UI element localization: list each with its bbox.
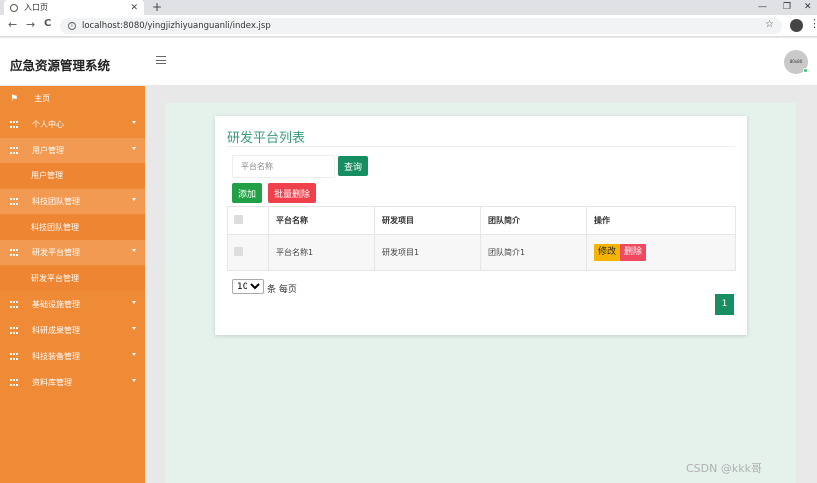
select-all-checkbox[interactable] — [234, 215, 243, 224]
sidebar-item-label: 科技装备管理 — [32, 352, 80, 361]
sidebar-item-research-results-management[interactable]: 科研成果管理 — [0, 318, 145, 343]
browser-toolbar: ← → C i localhost:8080/yingjizhiyuanguan… — [0, 15, 817, 37]
grid-icon — [10, 327, 18, 334]
sidebar-subitem-user-management[interactable]: 用户管理 — [0, 163, 145, 188]
column-header: 团队简介 — [480, 206, 587, 235]
column-header: 操作 — [586, 206, 736, 235]
page-title: 研发平台列表 — [227, 131, 306, 146]
sidebar-item-personal-center[interactable]: 个人中心 — [0, 112, 145, 137]
caret-down-icon — [132, 147, 136, 150]
batch-delete-button[interactable]: 批量删除 — [268, 183, 317, 203]
bookmark-star-icon[interactable]: ☆ — [765, 19, 774, 30]
grid-icon — [10, 249, 18, 256]
sidebar-item-rd-platform-management[interactable]: 研发平台管理 — [0, 240, 145, 265]
sidebar-item-tech-team-management[interactable]: 科技团队管理 — [0, 189, 145, 214]
caret-down-icon — [132, 353, 136, 356]
window-close-icon[interactable]: ✕ — [804, 0, 812, 15]
platform-name-cell: 平台名称1 — [268, 234, 375, 271]
forward-arrow-icon[interactable]: → — [26, 18, 35, 31]
url-text: localhost:8080/yingjizhiyuanguanli/index… — [82, 21, 271, 31]
per-page-label: 条 每页 — [267, 285, 297, 295]
app-title: 应急资源管理系统 — [10, 58, 111, 73]
sidebar-item-library-management[interactable]: 资料库管理 — [0, 370, 145, 395]
scrollbar[interactable] — [800, 86, 817, 483]
query-button[interactable]: 查询 — [338, 156, 369, 176]
sidebar-item-label: 科技团队管理 — [31, 223, 79, 232]
restore-icon[interactable]: ❐ — [783, 0, 791, 15]
sidebar-subitem-tech-team-management[interactable]: 科技团队管理 — [0, 215, 145, 240]
caret-down-icon — [132, 379, 136, 382]
address-bar[interactable]: i localhost:8080/yingjizhiyuanguanli/ind… — [60, 18, 782, 34]
edit-button[interactable]: 修改 — [594, 244, 621, 261]
caret-down-icon — [132, 301, 136, 304]
team-intro-cell: 团队简介1 — [480, 234, 587, 271]
sidebar-item-label: 个人中心 — [32, 120, 64, 129]
grid-icon — [10, 198, 18, 205]
menu-toggle-icon[interactable] — [156, 56, 166, 64]
back-arrow-icon[interactable]: ← — [8, 18, 17, 31]
sidebar-item-label: 资料库管理 — [32, 378, 72, 387]
avatar[interactable]: 80x80 — [784, 50, 808, 74]
reload-icon[interactable]: C — [44, 18, 51, 29]
grid-icon — [10, 147, 18, 154]
caret-down-icon — [132, 249, 136, 252]
page-button-1[interactable]: 1 — [715, 294, 734, 315]
globe-icon — [10, 3, 18, 12]
sidebar: ⚑ 主页 个人中心 用户管理 用户管理 科技团队管理 科技团队管理 研发平台管理… — [0, 86, 145, 483]
sidebar-item-label: 科研成果管理 — [32, 326, 80, 335]
caret-down-icon — [132, 327, 136, 330]
project-cell: 研发项目1 — [374, 234, 481, 271]
sidebar-item-home[interactable]: ⚑ 主页 — [0, 86, 145, 111]
sidebar-item-label: 研发平台管理 — [31, 274, 79, 283]
sidebar-item-tech-equipment-management[interactable]: 科技装备管理 — [0, 344, 145, 369]
title-divider — [227, 146, 735, 147]
browser-menu-icon[interactable]: ⋮ — [809, 17, 817, 30]
watermark: CSDN @kkk哥 — [686, 462, 762, 475]
table-header-row: 平台名称 研发项目 团队简介 操作 — [227, 206, 736, 235]
tab-title: 入口页 — [24, 3, 48, 12]
new-tab-button[interactable]: + — [152, 0, 162, 15]
sidebar-item-label: 研发平台管理 — [32, 248, 80, 257]
browser-tab-bar: 入口页 ✕ + — ❐ ✕ — [0, 0, 817, 15]
sidebar-item-user-management[interactable]: 用户管理 — [0, 138, 145, 163]
table-row: 平台名称1 研发项目1 团队简介1 修改 删除 — [227, 234, 736, 271]
online-status-icon — [803, 68, 808, 73]
column-header: 研发项目 — [374, 206, 481, 235]
sidebar-item-infrastructure-management[interactable]: 基础设施管理 — [0, 292, 145, 317]
page-size-select[interactable]: 10 — [232, 279, 264, 294]
platform-name-search-input[interactable] — [232, 155, 335, 178]
sidebar-item-label: 用户管理 — [32, 146, 64, 155]
platform-list-panel: 研发平台列表 查询 添加 批量删除 平台名称 研发项目 团队简介 操作 平台名称… — [215, 116, 747, 335]
row-checkbox[interactable] — [234, 247, 243, 256]
profile-icon[interactable] — [790, 19, 803, 32]
sidebar-subitem-rd-platform-management[interactable]: 研发平台管理 — [0, 266, 145, 291]
grid-icon — [10, 379, 18, 386]
select-all-cell — [227, 206, 269, 235]
actions-cell: 修改 删除 — [586, 234, 736, 271]
browser-tab[interactable]: 入口页 ✕ — [4, 0, 144, 15]
sidebar-item-label: 科技团队管理 — [32, 197, 80, 206]
site-info-icon[interactable]: i — [68, 22, 76, 30]
column-header: 平台名称 — [268, 206, 375, 235]
flag-icon: ⚑ — [10, 93, 19, 104]
delete-button[interactable]: 删除 — [620, 244, 647, 261]
grid-icon — [10, 121, 18, 128]
app-header: 应急资源管理系统 80x80 — [0, 38, 817, 86]
row-select-cell — [227, 234, 269, 271]
caret-down-icon — [132, 121, 136, 124]
avatar-text: 80x80 — [789, 59, 803, 64]
caret-down-icon — [132, 198, 136, 201]
tab-close-icon[interactable]: ✕ — [130, 3, 138, 13]
platform-table: 平台名称 研发项目 团队简介 操作 平台名称1 研发项目1 团队简介1 修改 删除 — [227, 206, 736, 271]
minimize-icon[interactable]: — — [758, 0, 767, 15]
add-button[interactable]: 添加 — [232, 183, 263, 203]
sidebar-item-label: 用户管理 — [31, 171, 63, 180]
grid-icon — [10, 301, 18, 308]
sidebar-item-label: 基础设施管理 — [32, 300, 80, 309]
sidebar-item-label: 主页 — [34, 94, 51, 103]
grid-icon — [10, 353, 18, 360]
